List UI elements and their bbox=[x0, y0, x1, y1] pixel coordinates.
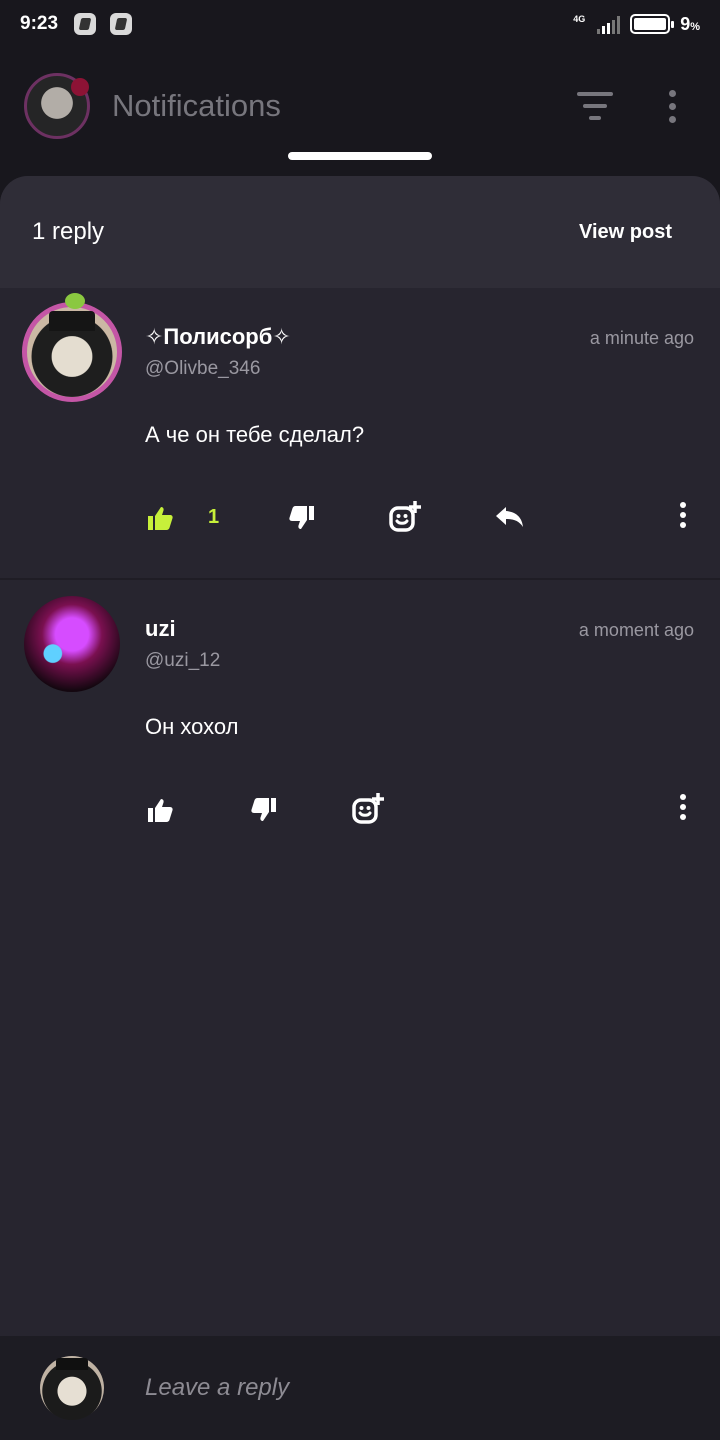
page-title: Notifications bbox=[112, 88, 281, 123]
comment-actions: 1 bbox=[0, 498, 720, 542]
thumbs-down-icon[interactable] bbox=[244, 790, 284, 830]
app-notification-icon bbox=[74, 13, 97, 35]
comment-actions bbox=[0, 790, 720, 834]
network-type: 4G bbox=[573, 13, 586, 24]
avatar-hat-icon bbox=[49, 311, 95, 331]
view-post-button[interactable]: View post bbox=[579, 221, 672, 244]
comment-author-handle[interactable]: @uzi_12 bbox=[145, 650, 220, 672]
app-bar: Notifications bbox=[0, 56, 720, 156]
add-reaction-icon[interactable] bbox=[348, 790, 388, 830]
sheet-drag-handle[interactable] bbox=[288, 152, 432, 160]
signal-icon bbox=[597, 14, 621, 34]
comment-author-name[interactable]: ✧Полисорб✧ bbox=[145, 324, 291, 350]
reply-icon[interactable] bbox=[490, 498, 530, 538]
replies-sheet: 1 reply View post ✧Полисорб✧ @Olivbe_346… bbox=[0, 176, 720, 1440]
reply-bar: Leave a reply bbox=[0, 1336, 720, 1440]
profile-avatar[interactable] bbox=[24, 73, 90, 139]
comment-timestamp: a minute ago bbox=[589, 328, 694, 348]
comment-item: uzi @uzi_12 a moment ago Он хохол bbox=[0, 578, 720, 868]
add-reaction-icon[interactable] bbox=[385, 498, 425, 538]
app-notification-icon bbox=[110, 13, 133, 35]
avatar bbox=[40, 1356, 104, 1420]
like-count: 1 bbox=[208, 506, 220, 528]
sheet-header: 1 reply View post bbox=[0, 176, 720, 288]
battery-icon bbox=[630, 14, 675, 34]
comment-item: ✧Полисорб✧ @Olivbe_346 a minute ago А че… bbox=[0, 288, 720, 578]
comment-author-name[interactable]: uzi bbox=[145, 616, 176, 642]
comment-author-handle[interactable]: @Olivbe_346 bbox=[145, 358, 260, 380]
thumbs-up-icon[interactable] bbox=[140, 498, 180, 538]
avatar[interactable] bbox=[24, 596, 120, 692]
more-options-icon[interactable] bbox=[680, 502, 686, 528]
status-time: 9:23 bbox=[20, 13, 59, 34]
status-right: 4G 9% bbox=[573, 14, 700, 35]
comment-text: Он хохол bbox=[145, 714, 239, 739]
comment-text: А че он тебе сделал? bbox=[145, 422, 365, 447]
notification-badge bbox=[71, 78, 89, 96]
reply-count: 1 reply bbox=[32, 218, 105, 245]
reply-input[interactable]: Leave a reply bbox=[145, 1374, 289, 1402]
more-vertical-icon[interactable] bbox=[669, 89, 676, 123]
more-options-icon[interactable] bbox=[680, 794, 686, 820]
filter-icon[interactable] bbox=[577, 92, 613, 120]
comment-timestamp: a moment ago bbox=[578, 620, 694, 640]
avatar[interactable] bbox=[22, 293, 122, 402]
status-bar: 9:23 4G 9% bbox=[0, 0, 720, 48]
battery-percent: 9% bbox=[680, 13, 700, 34]
avatar-frog-icon bbox=[65, 293, 85, 309]
thumbs-down-icon[interactable] bbox=[282, 498, 322, 538]
thumbs-up-icon[interactable] bbox=[140, 790, 180, 830]
